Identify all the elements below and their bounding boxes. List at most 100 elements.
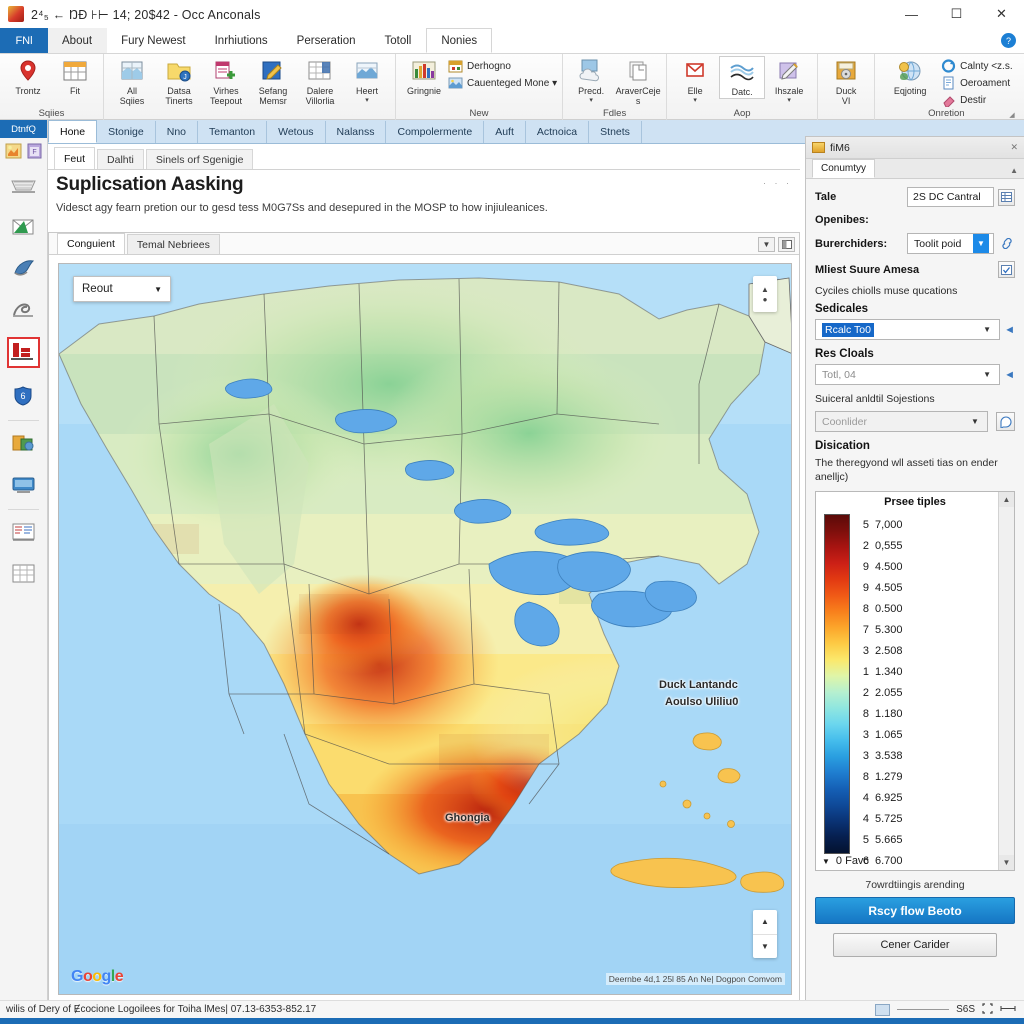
- ribbon-button-virhes[interactable]: Virhes Teepout: [203, 56, 249, 106]
- sidebar-item-chart[interactable]: [0, 329, 47, 376]
- legend-item[interactable]: 9 4.500: [860, 556, 992, 577]
- fit-icon[interactable]: [982, 1002, 993, 1017]
- document-tab-2[interactable]: Sinels orf Sgenigie: [145, 149, 254, 169]
- ribbon-button-elle-caret[interactable]: ▾: [693, 97, 697, 104]
- chevron-up-icon[interactable]: ▲: [1010, 166, 1018, 175]
- map-pan-control[interactable]: ▲ ●: [753, 276, 777, 312]
- ribbon-button-precd-caret[interactable]: ▾: [589, 97, 593, 104]
- sidebar-item-monitor[interactable]: [0, 465, 47, 506]
- ribbon-button-aravercejes[interactable]: AraverCejes: [615, 56, 661, 106]
- field-rescloals-select[interactable]: Totl, 04 ▼: [815, 364, 1001, 385]
- ribbon-button-fit[interactable]: Fit: [52, 56, 98, 97]
- minimize-button[interactable]: —: [889, 0, 934, 28]
- section-tab-4[interactable]: Wetous: [267, 121, 326, 143]
- ribbon-button-dalere[interactable]: Dalere Villorlia: [297, 56, 343, 106]
- arrow-left-icon[interactable]: ◄: [1004, 324, 1015, 336]
- sidebar-item-wizard[interactable]: [4, 142, 23, 163]
- legend-item[interactable]: 8 0.500: [860, 598, 992, 619]
- section-tab-0[interactable]: Hone: [48, 120, 98, 143]
- ribbon-small-cauenteged[interactable]: Cauenteged Mone ▾: [448, 76, 557, 90]
- chevron-down-icon[interactable]: ▼: [758, 237, 775, 252]
- section-tab-9[interactable]: Stnets: [589, 121, 642, 143]
- legend-item[interactable]: 6 6.700: [860, 850, 992, 870]
- ribbon-button-eqjoting[interactable]: Eqjoting: [880, 56, 940, 97]
- legend-item[interactable]: 9 4.505: [860, 577, 992, 598]
- table-icon[interactable]: [998, 188, 1015, 206]
- sidebar-item-mail[interactable]: [0, 206, 47, 247]
- legend-item[interactable]: 3 2.508: [860, 640, 992, 661]
- sidebar-item-scribble[interactable]: [0, 288, 47, 329]
- ribbon-tab-1[interactable]: Fury Newest: [107, 28, 201, 53]
- legend-item[interactable]: 4 6.925: [860, 787, 992, 808]
- map-zoom-out-button[interactable]: ▼: [753, 935, 777, 959]
- ribbon-button-ihszale[interactable]: Ihszale ▾: [766, 56, 812, 104]
- tag-icon[interactable]: [996, 412, 1015, 431]
- legend-item[interactable]: 3 3.538: [860, 745, 992, 766]
- ribbon-button-datsa[interactable]: J Datsa Tinerts: [156, 56, 202, 106]
- section-tab-1[interactable]: Stonige: [97, 121, 156, 143]
- field-tale-input[interactable]: 2S DC Cantral: [907, 187, 994, 207]
- sidebar-item-dolphin[interactable]: [0, 247, 47, 288]
- ribbon-tab-4[interactable]: Totoll: [370, 28, 427, 53]
- sidebar-item-grid[interactable]: [0, 554, 47, 595]
- sidebar-item-data[interactable]: [0, 513, 47, 554]
- ribbon-tab-5[interactable]: Nonies: [426, 28, 493, 53]
- ribbon-button-elle[interactable]: Elle ▾: [672, 56, 718, 104]
- ribbon-button-heert-caret[interactable]: ▾: [365, 97, 369, 104]
- legend-item[interactable]: 3 1.065: [860, 724, 992, 745]
- sidebar-item-presentation[interactable]: [0, 424, 47, 465]
- map-layer-select[interactable]: Reout ▼: [73, 276, 171, 302]
- ribbon-button-heert[interactable]: Heert ▾: [344, 56, 390, 104]
- maximize-button[interactable]: ☐: [934, 0, 979, 28]
- ribbon-button-precd[interactable]: Precd. ▾: [568, 56, 614, 104]
- ribbon-tab-2[interactable]: Inrhiutions: [200, 28, 283, 53]
- ribbon-tab-0[interactable]: About: [48, 28, 108, 53]
- primary-action-button[interactable]: Rscy flow Beoto: [815, 897, 1015, 924]
- scroll-down-icon[interactable]: ▼: [999, 855, 1014, 870]
- section-tab-8[interactable]: Actnoica: [526, 121, 590, 143]
- legend-item[interactable]: 5 5.665: [860, 829, 992, 850]
- ribbon-tab-3[interactable]: Perseration: [282, 28, 371, 53]
- ribbon-small-destir[interactable]: Destir: [941, 93, 1013, 108]
- map-view[interactable]: Duck Lantandc Aoulso Uliliu0 Ghongia Reo…: [58, 263, 792, 995]
- section-tab-7[interactable]: Auft: [484, 121, 526, 143]
- field-coonlider-select[interactable]: Coonlider ▼: [815, 411, 988, 432]
- properties-close-icon[interactable]: ✕: [1010, 142, 1018, 153]
- tab-file[interactable]: FNl: [0, 28, 48, 53]
- close-button[interactable]: ✕: [979, 0, 1024, 28]
- ribbon-button-trontz[interactable]: Trontz: [5, 56, 51, 97]
- ribbon-small-derhogno[interactable]: Derhogno: [448, 59, 557, 73]
- ribbon-button-duck[interactable]: Duck VI: [823, 56, 869, 106]
- link-icon[interactable]: [998, 235, 1015, 252]
- arrow-left-icon[interactable]: ◄: [1004, 369, 1015, 381]
- properties-tab-conumtyy[interactable]: Conumtyy: [812, 159, 876, 178]
- legend-item[interactable]: 8 1.180: [860, 703, 992, 724]
- legend-scrollbar[interactable]: ▲ ▼: [998, 492, 1014, 870]
- document-tab-1[interactable]: Dalhti: [97, 149, 144, 169]
- section-tab-5[interactable]: Nalanss: [326, 121, 387, 143]
- split-icon[interactable]: [1000, 1004, 1016, 1016]
- legend-item[interactable]: 8 1.279: [860, 766, 992, 787]
- field-burerchiders-select[interactable]: Toolit poid ▼: [907, 233, 994, 254]
- sidebar-item-pattern[interactable]: [0, 165, 47, 206]
- scroll-up-icon[interactable]: ▲: [999, 492, 1014, 507]
- ribbon-small-calnty[interactable]: Calnty <z.s.: [941, 59, 1013, 73]
- legend-item[interactable]: 1 1.340: [860, 661, 992, 682]
- window-icon[interactable]: [778, 237, 795, 252]
- legend-item[interactable]: 7 5.300: [860, 619, 992, 640]
- map-tab-0[interactable]: Conguient: [57, 233, 125, 254]
- ribbon-button-sefang[interactable]: Sefang Memsr: [250, 56, 296, 106]
- legend-item[interactable]: 2 0,555: [860, 535, 992, 556]
- legend-item[interactable]: 4 5.725: [860, 808, 992, 829]
- display-icon[interactable]: [875, 1003, 891, 1016]
- ribbon-group-6-dialog-launcher[interactable]: ◢: [1009, 111, 1014, 119]
- secondary-action-button[interactable]: Cener Carider: [833, 933, 997, 957]
- ribbon-button-gringnie[interactable]: Gringnie: [401, 56, 447, 97]
- section-tab-3[interactable]: Temanton: [198, 121, 268, 143]
- triangle-down-icon[interactable]: ▼: [822, 857, 830, 866]
- section-tab-2[interactable]: Nno: [156, 121, 198, 143]
- pan-up-icon[interactable]: ▲: [761, 285, 769, 293]
- sidebar-item-clipboard[interactable]: F: [25, 142, 44, 163]
- ribbon-small-oeroament[interactable]: Oeroament: [941, 76, 1013, 90]
- document-tab-0[interactable]: Feut: [54, 147, 96, 169]
